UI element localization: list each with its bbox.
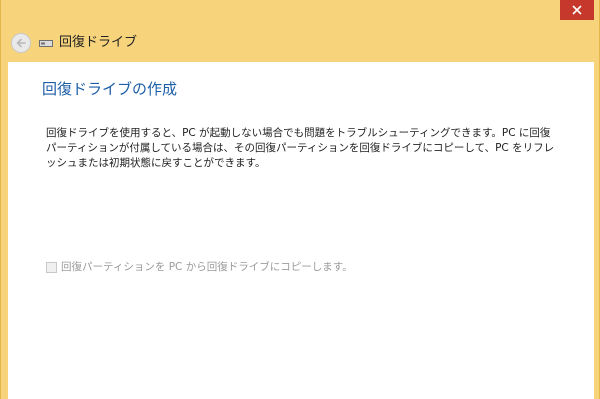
close-button[interactable] xyxy=(560,0,594,20)
copy-partition-label: 回復パーティションを PC から回復ドライブにコピーします。 xyxy=(61,261,353,273)
back-arrow-icon xyxy=(16,38,26,48)
copy-partition-option[interactable]: 回復パーティションを PC から回復ドライブにコピーします。 xyxy=(46,260,353,274)
content-panel: 回復ドライブの作成 回復ドライブを使用すると、PC が起動しない場合でも問題をト… xyxy=(8,62,594,399)
description-text: 回復ドライブを使用すると、PC が起動しない場合でも問題をトラブルシューティング… xyxy=(46,127,555,169)
close-icon xyxy=(572,5,582,15)
page-title: 回復ドライブの作成 xyxy=(42,80,178,98)
copy-partition-checkbox[interactable] xyxy=(46,261,57,273)
recovery-drive-window: 回復ドライブ 回復ドライブの作成 回復ドライブを使用すると、PC が起動しない場… xyxy=(0,0,600,399)
back-button[interactable] xyxy=(11,33,31,53)
drive-icon xyxy=(39,40,53,47)
title-bar: 回復ドライブ xyxy=(1,28,599,58)
window-title: 回復ドライブ xyxy=(59,35,138,50)
